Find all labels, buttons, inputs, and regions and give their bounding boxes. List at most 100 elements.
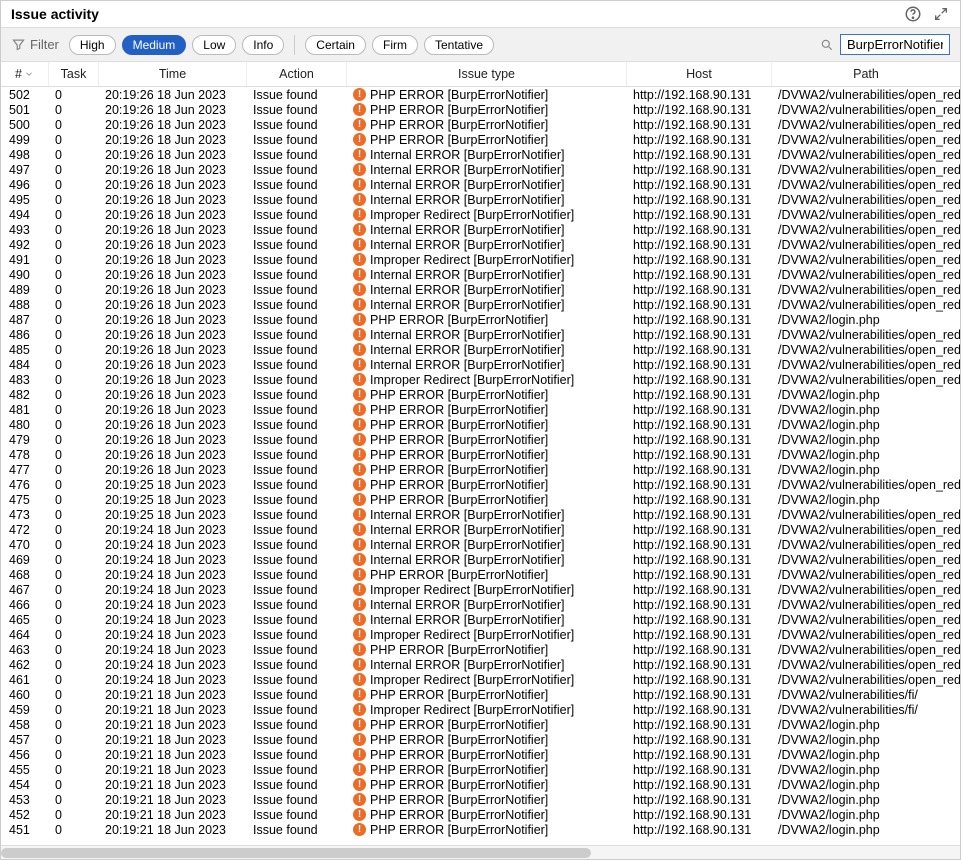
cell-issue: !PHP ERROR [BurpErrorNotifier] xyxy=(347,808,627,822)
filter-pill-tentative[interactable]: Tentative xyxy=(424,35,494,55)
cell-path: /DVWA2/vulnerabilities/open_redire xyxy=(772,508,960,522)
table-row[interactable]: 469020:19:24 18 Jun 2023Issue found!Inte… xyxy=(1,552,960,567)
cell-task: 0 xyxy=(49,403,99,417)
search-input[interactable] xyxy=(840,34,950,55)
table-row[interactable]: 481020:19:26 18 Jun 2023Issue found!PHP … xyxy=(1,402,960,417)
severity-icon: ! xyxy=(353,493,366,506)
filter-pill-low[interactable]: Low xyxy=(192,35,236,55)
table-row[interactable]: 494020:19:26 18 Jun 2023Issue found!Impr… xyxy=(1,207,960,222)
table-row[interactable]: 482020:19:26 18 Jun 2023Issue found!PHP … xyxy=(1,387,960,402)
table-row[interactable]: 492020:19:26 18 Jun 2023Issue found!Inte… xyxy=(1,237,960,252)
table-row[interactable]: 460020:19:21 18 Jun 2023Issue found!PHP … xyxy=(1,687,960,702)
table-row[interactable]: 455020:19:21 18 Jun 2023Issue found!PHP … xyxy=(1,762,960,777)
table-row[interactable]: 451020:19:21 18 Jun 2023Issue found!PHP … xyxy=(1,822,960,837)
table-row[interactable]: 457020:19:21 18 Jun 2023Issue found!PHP … xyxy=(1,732,960,747)
cell-num: 499 xyxy=(1,133,49,147)
severity-icon: ! xyxy=(353,523,366,536)
table-row[interactable]: 476020:19:25 18 Jun 2023Issue found!PHP … xyxy=(1,477,960,492)
severity-icon: ! xyxy=(353,463,366,476)
table-row[interactable]: 466020:19:24 18 Jun 2023Issue found!Inte… xyxy=(1,597,960,612)
table-row[interactable]: 487020:19:26 18 Jun 2023Issue found!PHP … xyxy=(1,312,960,327)
table-row[interactable]: 478020:19:26 18 Jun 2023Issue found!PHP … xyxy=(1,447,960,462)
cell-num: 483 xyxy=(1,373,49,387)
table-row[interactable]: 501020:19:26 18 Jun 2023Issue found!PHP … xyxy=(1,102,960,117)
cell-issue: !PHP ERROR [BurpErrorNotifier] xyxy=(347,763,627,777)
chevron-down-icon xyxy=(24,69,34,79)
table-row[interactable]: 495020:19:26 18 Jun 2023Issue found!Inte… xyxy=(1,192,960,207)
severity-icon: ! xyxy=(353,268,366,281)
col-header-path[interactable]: Path xyxy=(772,62,960,86)
table-row[interactable]: 463020:19:24 18 Jun 2023Issue found!PHP … xyxy=(1,642,960,657)
table-row[interactable]: 493020:19:26 18 Jun 2023Issue found!Inte… xyxy=(1,222,960,237)
table-row[interactable]: 475020:19:25 18 Jun 2023Issue found!PHP … xyxy=(1,492,960,507)
table-row[interactable]: 497020:19:26 18 Jun 2023Issue found!Inte… xyxy=(1,162,960,177)
table-row[interactable]: 462020:19:24 18 Jun 2023Issue found!Inte… xyxy=(1,657,960,672)
table-row[interactable]: 486020:19:26 18 Jun 2023Issue found!Inte… xyxy=(1,327,960,342)
col-header-time[interactable]: Time xyxy=(99,62,247,86)
filter-pill-info[interactable]: Info xyxy=(242,35,284,55)
cell-path: /DVWA2/vulnerabilities/open_redire xyxy=(772,538,960,552)
table-row[interactable]: 499020:19:26 18 Jun 2023Issue found!PHP … xyxy=(1,132,960,147)
table-row[interactable]: 498020:19:26 18 Jun 2023Issue found!Inte… xyxy=(1,147,960,162)
cell-task: 0 xyxy=(49,298,99,312)
table-row[interactable]: 500020:19:26 18 Jun 2023Issue found!PHP … xyxy=(1,117,960,132)
table-row[interactable]: 454020:19:21 18 Jun 2023Issue found!PHP … xyxy=(1,777,960,792)
table-row[interactable]: 472020:19:24 18 Jun 2023Issue found!Inte… xyxy=(1,522,960,537)
table-row[interactable]: 465020:19:24 18 Jun 2023Issue found!Inte… xyxy=(1,612,960,627)
table-row[interactable]: 477020:19:26 18 Jun 2023Issue found!PHP … xyxy=(1,462,960,477)
cell-host: http://192.168.90.131 xyxy=(627,448,772,462)
table-row[interactable]: 480020:19:26 18 Jun 2023Issue found!PHP … xyxy=(1,417,960,432)
col-header-num[interactable]: # xyxy=(1,62,49,86)
table-row[interactable]: 484020:19:26 18 Jun 2023Issue found!Inte… xyxy=(1,357,960,372)
table-row[interactable]: 502020:19:26 18 Jun 2023Issue found!PHP … xyxy=(1,87,960,102)
cell-num: 488 xyxy=(1,298,49,312)
cell-host: http://192.168.90.131 xyxy=(627,493,772,507)
search-icon xyxy=(820,38,834,52)
filter-pill-firm[interactable]: Firm xyxy=(372,35,418,55)
col-header-task[interactable]: Task xyxy=(49,62,99,86)
table-row[interactable]: 458020:19:21 18 Jun 2023Issue found!PHP … xyxy=(1,717,960,732)
table-row[interactable]: 490020:19:26 18 Jun 2023Issue found!Inte… xyxy=(1,267,960,282)
help-icon[interactable] xyxy=(904,5,922,23)
cell-time: 20:19:26 18 Jun 2023 xyxy=(99,148,247,162)
table-row[interactable]: 483020:19:26 18 Jun 2023Issue found!Impr… xyxy=(1,372,960,387)
filter-label[interactable]: Filter xyxy=(11,37,59,52)
horizontal-scrollbar[interactable] xyxy=(1,845,960,859)
table-row[interactable]: 485020:19:26 18 Jun 2023Issue found!Inte… xyxy=(1,342,960,357)
table-row[interactable]: 496020:19:26 18 Jun 2023Issue found!Inte… xyxy=(1,177,960,192)
table-row[interactable]: 464020:19:24 18 Jun 2023Issue found!Impr… xyxy=(1,627,960,642)
expand-icon[interactable] xyxy=(932,5,950,23)
table-body[interactable]: 502020:19:26 18 Jun 2023Issue found!PHP … xyxy=(1,87,960,845)
scrollbar-thumb[interactable] xyxy=(1,848,591,858)
table-row[interactable]: 468020:19:24 18 Jun 2023Issue found!PHP … xyxy=(1,567,960,582)
cell-action: Issue found xyxy=(247,373,347,387)
table-row[interactable]: 491020:19:26 18 Jun 2023Issue found!Impr… xyxy=(1,252,960,267)
table-row[interactable]: 459020:19:21 18 Jun 2023Issue found!Impr… xyxy=(1,702,960,717)
cell-action: Issue found xyxy=(247,328,347,342)
col-header-issue[interactable]: Issue type xyxy=(347,62,627,86)
cell-host: http://192.168.90.131 xyxy=(627,733,772,747)
table-row[interactable]: 467020:19:24 18 Jun 2023Issue found!Impr… xyxy=(1,582,960,597)
cell-path: /DVWA2/vulnerabilities/open_redire xyxy=(772,103,960,117)
table-row[interactable]: 489020:19:26 18 Jun 2023Issue found!Inte… xyxy=(1,282,960,297)
table-row[interactable]: 456020:19:21 18 Jun 2023Issue found!PHP … xyxy=(1,747,960,762)
filter-pill-high[interactable]: High xyxy=(69,35,116,55)
cell-host: http://192.168.90.131 xyxy=(627,688,772,702)
col-header-action[interactable]: Action xyxy=(247,62,347,86)
cell-task: 0 xyxy=(49,553,99,567)
table-row[interactable]: 470020:19:24 18 Jun 2023Issue found!Inte… xyxy=(1,537,960,552)
cell-task: 0 xyxy=(49,238,99,252)
col-header-host[interactable]: Host xyxy=(627,62,772,86)
cell-host: http://192.168.90.131 xyxy=(627,253,772,267)
filter-pill-medium[interactable]: Medium xyxy=(122,35,187,55)
severity-icon: ! xyxy=(353,613,366,626)
table-row[interactable]: 453020:19:21 18 Jun 2023Issue found!PHP … xyxy=(1,792,960,807)
filter-pill-certain[interactable]: Certain xyxy=(305,35,366,55)
table-row[interactable]: 461020:19:24 18 Jun 2023Issue found!Impr… xyxy=(1,672,960,687)
cell-num: 475 xyxy=(1,493,49,507)
cell-issue: !PHP ERROR [BurpErrorNotifier] xyxy=(347,493,627,507)
table-row[interactable]: 452020:19:21 18 Jun 2023Issue found!PHP … xyxy=(1,807,960,822)
table-row[interactable]: 488020:19:26 18 Jun 2023Issue found!Inte… xyxy=(1,297,960,312)
table-row[interactable]: 479020:19:26 18 Jun 2023Issue found!PHP … xyxy=(1,432,960,447)
table-row[interactable]: 473020:19:25 18 Jun 2023Issue found!Inte… xyxy=(1,507,960,522)
